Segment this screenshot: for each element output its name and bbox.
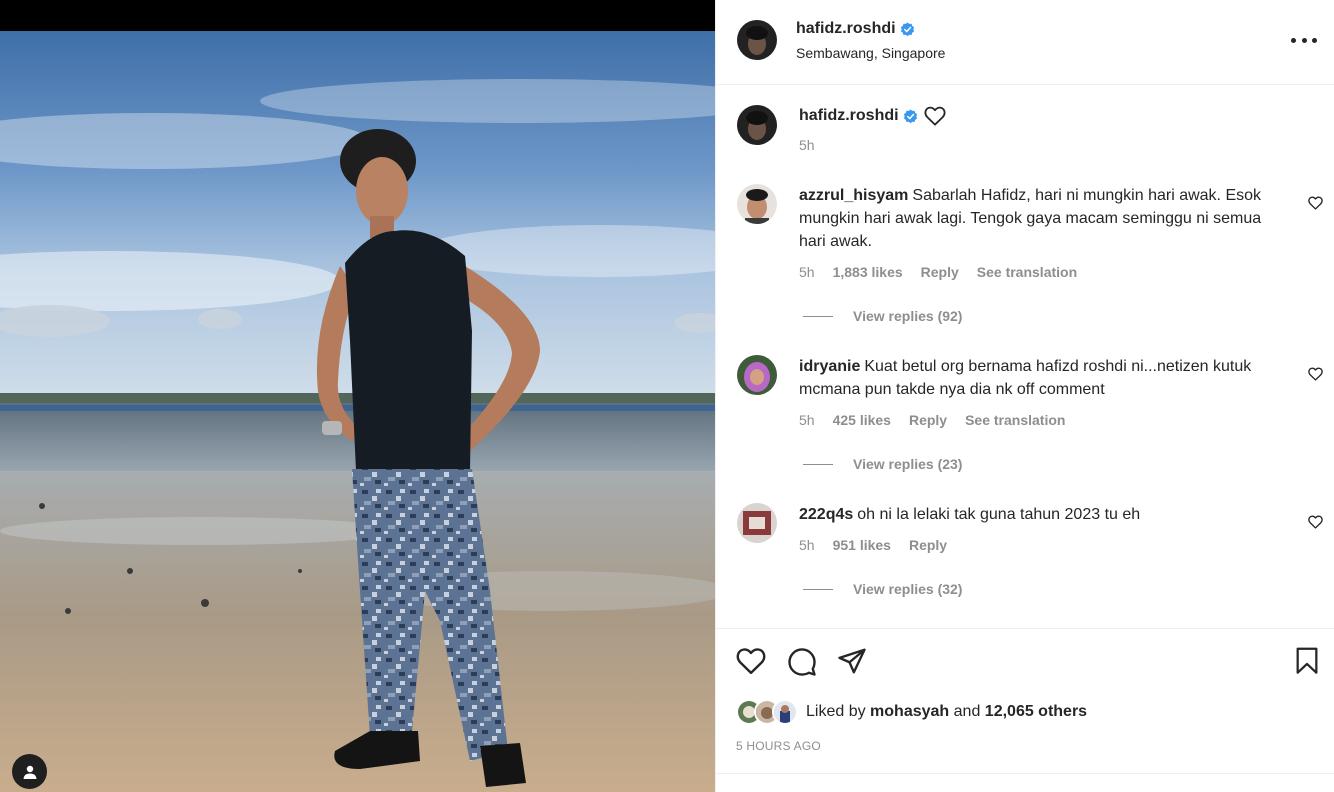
verified-badge-icon [900, 21, 914, 36]
commenter-username[interactable]: idryanie [799, 358, 860, 375]
likes-conjunction: and [953, 703, 981, 720]
author-username[interactable]: hafidz.roshdi [796, 20, 896, 38]
view-replies-button[interactable]: View replies (92) [803, 308, 962, 324]
view-replies-label: View replies (32) [853, 581, 963, 597]
heart-icon[interactable] [736, 647, 766, 675]
commenter-avatar[interactable] [737, 355, 777, 395]
comment-meta: 5h 951 likes Reply [799, 537, 965, 553]
divider [716, 773, 1334, 774]
share-icon[interactable] [837, 647, 867, 675]
comment-likes-count[interactable]: 1,883 likes [833, 264, 903, 280]
post-actions-section: Liked by mohasyah and 12,065 others 5 HO… [716, 628, 1334, 792]
view-replies-label: View replies (92) [853, 308, 963, 324]
comment-see-translation[interactable]: See translation [965, 412, 1065, 428]
replies-divider-line [803, 463, 833, 465]
commenter-username[interactable]: azzrul_hisyam [799, 187, 908, 204]
photo-top-bar [0, 0, 715, 31]
comment-like-heart-icon[interactable] [1308, 515, 1323, 529]
author-avatar[interactable] [737, 20, 777, 60]
user-tag-icon [23, 765, 36, 779]
comment-see-translation[interactable]: See translation [977, 264, 1077, 280]
liker-avatars [736, 699, 802, 725]
bookmark-icon[interactable] [1295, 647, 1319, 675]
caption-like-heart-icon[interactable] [924, 106, 946, 126]
post-photo-panel[interactable] [0, 0, 715, 792]
comment-time: 5h [799, 412, 815, 428]
post-side-panel: hafidz.roshdi Sembawang, Singapore hafid… [715, 0, 1334, 792]
more-options-icon[interactable] [1291, 30, 1317, 50]
comment-reply-button[interactable]: Reply [909, 412, 947, 428]
comment-icon[interactable] [787, 647, 817, 677]
comment-meta: 5h 1,883 likes Reply See translation [799, 264, 1095, 280]
likes-prefix: Liked by [806, 703, 866, 720]
comment-text: Kuat betul org bernama hafizd roshdi ni.… [799, 358, 1252, 398]
comment-likes-count[interactable]: 425 likes [833, 412, 891, 428]
commenter-avatar[interactable] [737, 503, 777, 543]
comment-reply-button[interactable]: Reply [921, 264, 959, 280]
verified-badge-icon [903, 108, 917, 123]
comment-text-block: 222q4s oh ni la lelaki tak guna tahun 202… [799, 503, 1289, 526]
comment-text: oh ni la lelaki tak guna tahun 2023 tu e… [857, 506, 1141, 523]
post-header: hafidz.roshdi Sembawang, Singapore [716, 0, 1334, 85]
caption-time: 5h [799, 137, 815, 153]
caption-username[interactable]: hafidz.roshdi [799, 107, 899, 125]
author-name-row: hafidz.roshdi [796, 20, 915, 38]
user-tag-button[interactable] [12, 754, 47, 789]
commenter-avatar[interactable] [737, 184, 777, 224]
comment-meta: 5h 425 likes Reply See translation [799, 412, 1083, 428]
caption-name-row: hafidz.roshdi [799, 106, 946, 126]
likes-summary: Liked by mohasyah and 12,065 others [736, 699, 1087, 725]
caption-avatar[interactable] [737, 105, 777, 145]
view-replies-label: View replies (23) [853, 456, 963, 472]
likes-text: Liked by mohasyah and 12,065 others [806, 703, 1087, 721]
replies-divider-line [803, 588, 833, 590]
comment-like-heart-icon[interactable] [1308, 367, 1323, 381]
comment-text-block: azzrul_hisyam Sabarlah Hafidz, hari ni mu… [799, 184, 1289, 253]
likes-others-count[interactable]: 12,065 others [985, 703, 1087, 720]
replies-divider-line [803, 315, 833, 317]
view-replies-button[interactable]: View replies (23) [803, 456, 962, 472]
view-replies-button[interactable]: View replies (32) [803, 581, 962, 597]
comment-likes-count[interactable]: 951 likes [833, 537, 891, 553]
comment-text-block: idryanie Kuat betul org bernama hafizd ro… [799, 355, 1289, 401]
comment-time: 5h [799, 264, 815, 280]
comment-like-heart-icon[interactable] [1308, 196, 1323, 210]
first-liker-username[interactable]: mohasyah [870, 703, 949, 720]
commenter-username[interactable]: 222q4s [799, 506, 853, 523]
post-location[interactable]: Sembawang, Singapore [796, 45, 945, 61]
post-timestamp[interactable]: 5 HOURS AGO [736, 739, 821, 753]
comment-reply-button[interactable]: Reply [909, 537, 947, 553]
post-photo [0, 31, 715, 792]
comment-time: 5h [799, 537, 815, 553]
liker-avatar [772, 699, 798, 725]
